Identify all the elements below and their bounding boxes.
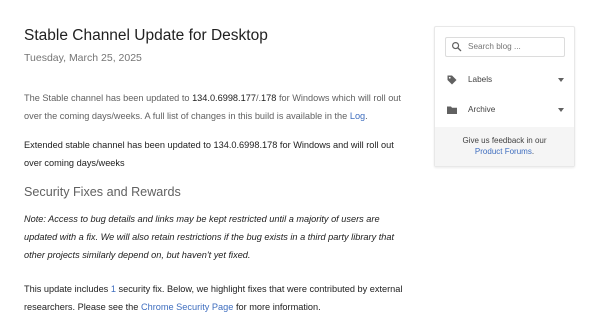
p4-text-a: This update includes <box>24 284 111 295</box>
p1-text-a: The Stable channel has been updated to <box>24 93 193 103</box>
label-tag-icon <box>447 75 457 85</box>
log-link[interactable]: Log <box>350 111 365 121</box>
p1-version-b: 178 <box>261 93 277 103</box>
archive-dropdown[interactable]: Archive <box>446 102 564 118</box>
chevron-down-icon <box>558 78 564 82</box>
folder-icon <box>447 106 457 114</box>
labels-label: Labels <box>468 75 493 84</box>
p1-end: . <box>365 111 368 121</box>
feedback-box: Give us feedback in our Product Forums. <box>435 127 574 166</box>
search-icon <box>452 42 462 52</box>
sidebar: Search blog ... Labels Archive Give us f… <box>434 26 575 167</box>
restriction-note: Note: Access to bug details and links ma… <box>24 214 395 261</box>
post-title: Stable Channel Update for Desktop <box>24 27 268 44</box>
blog-post: Stable Channel Update for Desktop Tuesda… <box>24 26 410 316</box>
search-input[interactable]: Search blog ... <box>445 37 565 57</box>
extended-stable-paragraph: Extended stable channel has been updated… <box>24 140 394 168</box>
product-forums-link[interactable]: Product Forums <box>475 147 532 156</box>
chevron-down-icon <box>558 108 564 112</box>
labels-dropdown[interactable]: Labels <box>446 72 564 88</box>
p1-version-a: 134.0.6998.177 <box>192 93 256 103</box>
feedback-link-line: Product Forums. <box>435 146 574 157</box>
search-placeholder: Search blog ... <box>468 42 521 51</box>
feedback-end: . <box>531 147 535 156</box>
archive-label: Archive <box>468 105 496 114</box>
security-fixes-heading: Security Fixes and Rewards <box>24 185 181 199</box>
feedback-text: Give us feedback in our <box>462 136 547 145</box>
post-date: Tuesday, March 25, 2025 <box>24 52 142 64</box>
stable-update-paragraph: The Stable channel has been updated to 1… <box>24 89 410 125</box>
